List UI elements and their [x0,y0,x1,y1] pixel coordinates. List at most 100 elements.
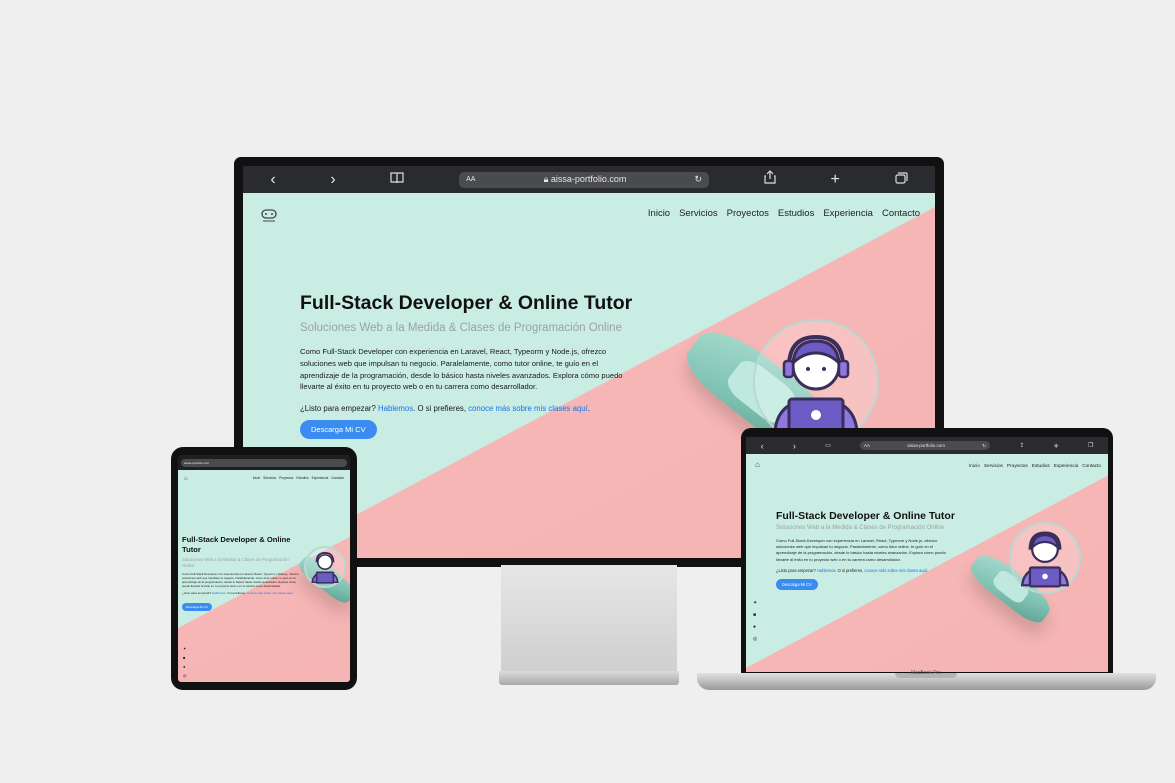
laptop-nav-proyectos[interactable]: Proyectos [1007,463,1028,468]
laptop-share-icon[interactable]: ⇪ [1019,442,1024,449]
laptop-book-icon[interactable]: ▭ [825,442,831,449]
tablet-nav: Inicio Servicios Proyectos Estudios Expe… [253,476,344,480]
tablet-download-cv-button[interactable]: Descarga Mi CV [182,603,212,612]
hero-cta-text: ¿Listo para empezar? Hablemos. O si pref… [300,404,590,414]
tablet-hero-cta: ¿Listo para empezar? Hablemos. O si pref… [182,591,293,596]
laptop-site-logo[interactable]: ⌂ [755,460,760,469]
laptop-chevron-right-icon[interactable]: › [793,441,796,451]
laptop-classes-link[interactable]: conoce más sobre mis clases aquí [864,568,927,573]
tablet-address-bar[interactable]: aissa-portfolio.com [181,458,347,467]
laptop-browser-toolbar: ‹ › ▭ AA aissa-portfolio.com ↻ ⇪ + ❐ [746,437,1108,454]
tablet-browser-toolbar: aissa-portfolio.com [178,455,350,470]
tablet-nav-experiencia[interactable]: Experiencia [312,476,329,480]
monitor-stand [501,565,677,673]
laptop-nav-servicios[interactable]: Servicios [984,463,1003,468]
monitor-stand-foot [499,671,679,685]
hablemos-link[interactable]: Hablemos [378,404,413,413]
laptop-hero-title: Full-Stack Developer & Online Tutor [776,510,955,522]
nav-estudios[interactable]: Estudios [778,208,814,219]
tablet-social-links: ✦ ■ ● ◎ [183,646,187,678]
laptop-developer-avatar-icon [1020,531,1070,588]
book-icon[interactable] [390,171,405,189]
laptop-hero-subtitle: Soluciones Web a la Medida & Clases de P… [776,525,944,531]
laptop-device: ‹ › ▭ AA aissa-portfolio.com ↻ ⇪ + ❐ ⌂ I… [741,428,1113,677]
nav-servicios[interactable]: Servicios [679,208,718,219]
tablet-avatar-illustration [304,546,346,588]
laptop-url-text: aissa-portfolio.com [907,443,945,448]
instagram-icon[interactable]: ◎ [183,673,187,678]
site-logo[interactable] [259,207,279,228]
laptop-nav-contacto[interactable]: Contacto [1082,463,1101,468]
gamepad-logo-icon [261,209,277,222]
laptop-social-links: ✦ ■ ● ◎ [753,600,757,642]
laptop-nav-estudios[interactable]: Estudios [1032,463,1050,468]
chevron-right-icon[interactable]: › [330,171,335,189]
laptop-reload-icon[interactable]: ↻ [982,443,986,449]
main-nav: Inicio Servicios Proyectos Estudios Expe… [648,208,920,219]
tablet-nav-contacto[interactable]: Contacto [331,476,344,480]
tablet-hero-description: Como Full-Stack Developer con experienci… [182,572,299,589]
laptop-website: ⌂ Inicio Servicios Proyectos Estudios Ex… [746,454,1108,672]
nav-experiencia[interactable]: Experiencia [823,208,873,219]
developer-avatar-icon [773,334,859,435]
tablet-website: ⌂ Inicio Servicios Proyectos Estudios Ex… [178,470,350,682]
nav-proyectos[interactable]: Proyectos [727,208,769,219]
laptop-nav-inicio[interactable]: Inicio [969,463,980,468]
nav-contacto[interactable]: Contacto [882,208,920,219]
laptop-nav: Inicio Servicios Proyectos Estudios Expe… [969,463,1101,468]
nav-inicio[interactable]: Inicio [648,208,670,219]
download-cv-button[interactable]: Descarga Mi CV [300,420,377,440]
laptop-instagram-icon[interactable]: ◎ [753,636,757,642]
tablet-screen: aissa-portfolio.com ⌂ Inicio Servicios P… [178,455,350,682]
linkedin-icon[interactable]: ■ [183,655,187,660]
laptop-chevron-left-icon[interactable]: ‹ [761,441,764,451]
hero-description: Como Full-Stack Developer con experienci… [300,347,623,392]
chevron-left-icon[interactable]: ‹ [270,171,275,189]
laptop-tabs-icon[interactable]: ❐ [1088,442,1093,449]
laptop-download-cv-button[interactable]: Descarga Mi CV [776,578,818,590]
laptop-plus-icon[interactable]: + [1053,441,1058,451]
laptop-screen: ‹ › ▭ AA aissa-portfolio.com ↻ ⇪ + ❐ ⌂ I… [746,437,1108,672]
tablet-nav-proyectos[interactable]: Proyectos [279,476,293,480]
text-size-button[interactable]: AA [466,176,475,183]
browser-toolbar: ‹ › AA 🔒︎ aissa-portfolio.com ↻ + [243,166,935,193]
classes-link[interactable]: conoce más sobre mis clases aquí [468,404,588,413]
tablet-hero-content: Full-Stack Developer & Online Tutor Solu… [182,535,302,613]
laptop-text-size-button[interactable]: AA [864,443,870,448]
tablet-url-text: aissa-portfolio.com [184,460,210,465]
laptop-hero-description: Como Full-Stack Developer con experienci… [776,538,946,562]
tablet-nav-inicio[interactable]: Inicio [253,476,260,480]
plus-icon[interactable]: + [831,171,840,189]
laptop-hero-cta: ¿Listo para empezar? Hablemos. O si pref… [776,567,929,573]
laptop-hablemos-link[interactable]: Hablemos [817,568,835,573]
tablet-classes-link[interactable]: conoce más sobre mis clases aquí [247,591,293,595]
tablet-developer-avatar-icon [311,552,339,584]
hero-title: Full-Stack Developer & Online Tutor [300,292,633,314]
tabs-icon[interactable] [894,171,908,189]
tablet-hablemos-link[interactable]: Hablemos [212,591,226,595]
share-icon[interactable] [764,170,776,189]
address-bar[interactable]: AA 🔒︎ aissa-portfolio.com ↻ [459,171,710,188]
lock-icon: 🔒︎ [543,174,549,184]
tablet-device: aissa-portfolio.com ⌂ Inicio Servicios P… [171,447,357,690]
twitter-icon[interactable]: ✦ [183,646,187,651]
tablet-nav-estudios[interactable]: Estudios [296,476,308,480]
tablet-site-logo[interactable]: ⌂ [184,476,188,482]
laptop-address-bar[interactable]: AA aissa-portfolio.com ↻ [859,441,990,450]
laptop-model-label: MacBook Pro [910,670,941,676]
laptop-twitter-icon[interactable]: ✦ [753,600,757,606]
hero-content: Full-Stack Developer & Online Tutor Solu… [300,292,660,440]
tablet-hero-subtitle: Soluciones Web a la Medida & Clases de P… [182,557,289,568]
laptop-github-icon[interactable]: ● [753,624,757,630]
laptop-hero-content: Full-Stack Developer & Online Tutor Solu… [776,510,966,591]
laptop-nav-experiencia[interactable]: Experiencia [1054,463,1079,468]
avatar-illustration [753,319,879,445]
tablet-nav-servicios[interactable]: Servicios [263,476,276,480]
hero-subtitle: Soluciones Web a la Medida & Clases de P… [300,322,622,334]
url-text: aissa-portfolio.com [550,174,627,184]
laptop-avatar-illustration [1009,522,1081,594]
reload-icon[interactable]: ↻ [695,174,703,185]
tablet-hero-title: Full-Stack Developer & Online Tutor [182,535,291,554]
laptop-linkedin-icon[interactable]: ■ [753,612,757,618]
github-icon[interactable]: ● [183,664,187,669]
